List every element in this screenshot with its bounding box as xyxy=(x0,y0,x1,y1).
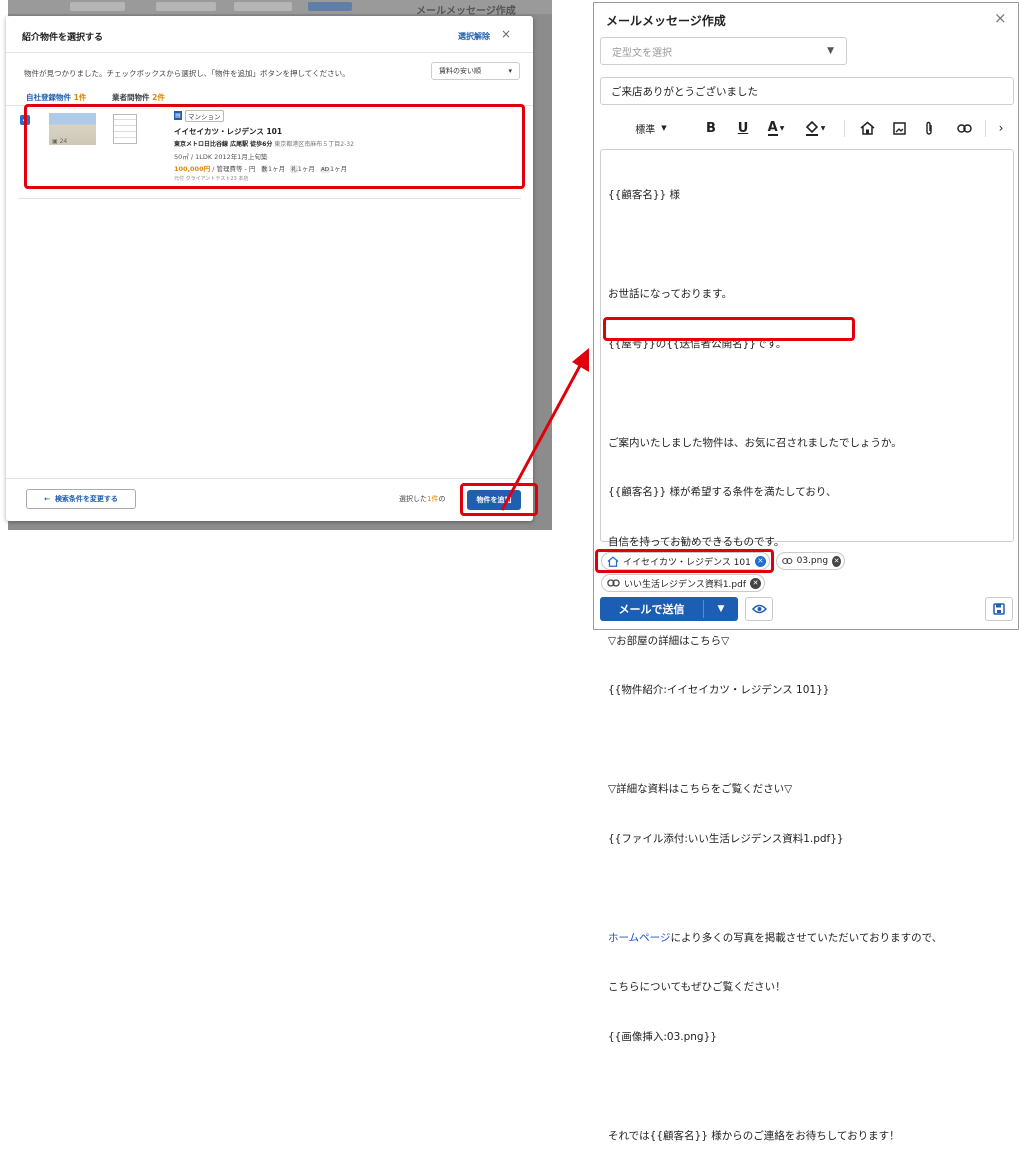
body-line xyxy=(608,732,1003,749)
chevron-down-icon: ▾ xyxy=(508,67,512,75)
remove-icon[interactable]: ✕ xyxy=(832,555,841,567)
file-attachment-chip[interactable]: いい生活レジデンス資料1.pdf ✕ xyxy=(601,574,765,592)
body-line: {{画像挿入:03.png}} xyxy=(608,1030,717,1043)
insert-link-button[interactable] xyxy=(952,113,976,143)
arrow-connector xyxy=(500,348,589,511)
chevron-down-icon: ▼ xyxy=(661,124,667,132)
body-line: ご案内いたしました物件は、お気に召されましたでしょうか。 xyxy=(608,436,902,449)
change-search-label: 検索条件を変更する xyxy=(54,495,118,503)
tab-own-count: 1件 xyxy=(73,93,87,102)
link-icon xyxy=(782,557,793,565)
template-select-placeholder: 定型文を選択 xyxy=(612,47,672,59)
body-text: により多くの写真を掲載させていただいておりますので、 xyxy=(670,931,943,944)
divider xyxy=(18,198,521,199)
house-icon xyxy=(860,121,874,135)
body-line: ホームページにより多くの写真を掲載させていただいておりますので、 xyxy=(608,930,1003,947)
font-color-button[interactable]: A ▼ xyxy=(762,113,790,143)
body-line: それでは{{顧客名}} 様からのご連絡をお待ちしております！ xyxy=(608,1129,900,1142)
instruction-text: 物件が見つかりました。チェックボックスから選択し、「物件を追加」ボタンを押してく… xyxy=(24,69,350,78)
background-filter-chip xyxy=(234,2,292,11)
template-select[interactable]: 定型文を選択 ▼ xyxy=(600,37,847,65)
body-line: ▽詳細な資料はこちらをご覧ください▽ xyxy=(608,783,793,795)
file-attachment-label: いい生活レジデンス資料1.pdf xyxy=(624,579,747,590)
divider xyxy=(6,478,533,479)
attach-file-button[interactable] xyxy=(918,113,940,143)
editor-toolbar: 標準 ▼ B U A ▼ ▼ › xyxy=(600,113,1014,143)
link-icon xyxy=(607,579,620,587)
save-draft-button[interactable] xyxy=(985,597,1013,621)
remove-icon[interactable]: ✕ xyxy=(750,577,761,589)
arrow-left-icon: ← xyxy=(44,495,50,503)
modal-close-icon[interactable]: × xyxy=(501,27,511,41)
paint-bucket-icon xyxy=(805,120,818,136)
floppy-disk-icon xyxy=(993,603,1005,615)
change-search-conditions-button[interactable]: ← 検索条件を変更する xyxy=(26,489,136,509)
modal-title: 紹介物件を選択する xyxy=(22,33,104,43)
divider xyxy=(6,52,533,53)
chevron-down-icon: ▼ xyxy=(779,124,785,132)
underline-button[interactable]: U xyxy=(732,113,754,143)
body-line: お世話になっております。 xyxy=(608,288,733,300)
body-line: {{顧客名}} 様が希望する条件を満たしており、 xyxy=(608,486,837,498)
tab-own-label: 自社登録物件 xyxy=(26,93,74,102)
font-color-icon: A xyxy=(767,119,778,136)
eye-icon xyxy=(751,604,767,614)
link-icon xyxy=(956,123,972,133)
highlight-property-attachment xyxy=(595,549,774,573)
paragraph-style-label: 標準 xyxy=(635,124,656,136)
body-line: こちらについてもぜひご覧ください！ xyxy=(608,981,786,993)
close-icon[interactable]: × xyxy=(994,9,1007,27)
body-line xyxy=(608,237,1003,254)
highlight-color-button[interactable]: ▼ xyxy=(800,113,830,143)
image-icon xyxy=(892,121,906,135)
insert-image-button[interactable] xyxy=(888,113,910,143)
highlight-property-placeholder xyxy=(603,317,855,341)
tab-agent-count: 2件 xyxy=(152,93,165,102)
send-mail-button[interactable]: メールで送信 xyxy=(600,597,703,621)
toolbar-divider xyxy=(985,120,986,137)
body-line xyxy=(608,385,1003,402)
background-filter-chip xyxy=(156,2,216,11)
image-attachment-chip[interactable]: 03.png ✕ xyxy=(776,552,845,570)
tab-agent-properties[interactable]: 業者間物件 2件 xyxy=(112,92,165,103)
chevron-right-icon[interactable]: › xyxy=(992,113,1010,143)
mail-body-text[interactable]: {{顧客名}} 様 お世話になっております。 {{屋号}}の{{送信者公開名}}… xyxy=(608,154,1003,1161)
paragraph-style-select[interactable]: 標準 ▼ xyxy=(626,113,676,143)
homepage-link[interactable]: ホームページ xyxy=(608,932,670,944)
body-line: 自信を持ってお勧めできるものです。 xyxy=(608,535,785,548)
highlight-property-row xyxy=(24,104,525,189)
chevron-down-icon: ▼ xyxy=(820,124,826,132)
toolbar-divider xyxy=(844,120,845,137)
mail-compose-title: メールメッセージ作成 xyxy=(606,14,726,28)
bold-button[interactable]: B xyxy=(700,113,722,143)
property-placeholder-line: {{物件紹介:イイセイカツ・レジデンス 101}} xyxy=(608,684,830,696)
paperclip-icon xyxy=(926,121,932,135)
insert-property-button[interactable] xyxy=(856,113,878,143)
body-line: {{顧客名}} 様 xyxy=(608,189,681,201)
image-attachment-label: 03.png xyxy=(796,556,829,566)
body-line xyxy=(608,880,1003,897)
background-filter-chip xyxy=(70,2,125,11)
sort-select-value: 賃料の安い順 xyxy=(439,67,481,75)
tab-agent-label: 業者間物件 xyxy=(112,93,153,102)
body-line: {{ファイル添付:いい生活レジデンス資料1.pdf}} xyxy=(608,832,844,845)
chevron-down-icon: ▼ xyxy=(827,46,834,56)
selected-count: 選択した1件の xyxy=(399,495,446,503)
body-line xyxy=(608,1078,1003,1095)
body-line: ▽お部屋の詳細はこちら▽ xyxy=(608,634,730,647)
send-options-dropdown[interactable]: ▼ xyxy=(704,597,738,621)
subject-input[interactable]: ご来店ありがとうございました xyxy=(600,77,1014,105)
deselect-link[interactable]: 選択解除 xyxy=(458,31,490,42)
select-property-modal: 紹介物件を選択する 選択解除 × 物件が見つかりました。チェックボックスから選択… xyxy=(6,16,533,521)
background-filter-chip xyxy=(308,2,352,11)
background-toolbar: メールメッセージ作成 xyxy=(8,0,552,17)
sort-select[interactable]: 賃料の安い順 ▾ xyxy=(431,62,520,80)
background-header-title: メールメッセージ作成 xyxy=(416,6,516,17)
preview-button[interactable] xyxy=(745,597,773,621)
